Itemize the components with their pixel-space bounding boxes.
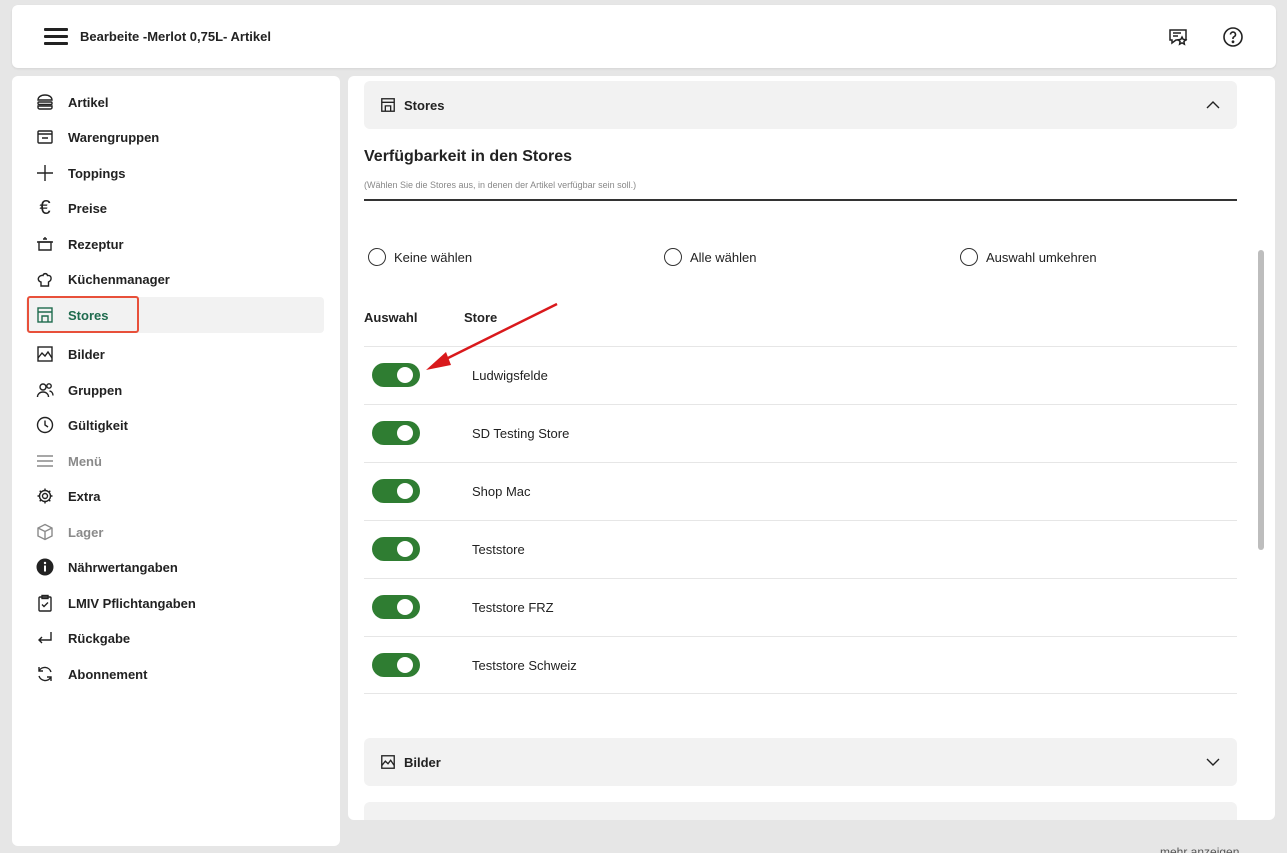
image-icon (380, 754, 396, 770)
sidebar-item-rezeptur[interactable]: Rezeptur (26, 226, 324, 262)
store-toggle[interactable] (372, 421, 420, 445)
sidebar-item-gueltigkeit[interactable]: Gültigkeit (26, 407, 324, 443)
sidebar-item-extra[interactable]: Extra (26, 478, 324, 514)
radio-circle[interactable] (960, 248, 978, 266)
chevron-down-icon[interactable] (1205, 754, 1221, 770)
store-toggle[interactable] (372, 653, 420, 677)
sidebar-item-toppings[interactable]: Toppings (26, 155, 324, 191)
column-header-store: Store (464, 310, 498, 325)
sidebar: Artikel Warengruppen Toppings € Preise R… (12, 76, 340, 846)
sidebar-item-artikel[interactable]: Artikel (26, 84, 324, 120)
clipboard-icon (34, 592, 56, 614)
stores-hint: (Wählen Sie die Stores aus, in denen der… (364, 180, 637, 190)
chevron-up-icon[interactable] (1205, 97, 1221, 113)
stores-heading: Verfügbarkeit in den Stores (364, 148, 573, 165)
radio-circle[interactable] (368, 248, 386, 266)
info-icon (34, 556, 56, 578)
euro-icon: € (39, 197, 51, 219)
users-icon (34, 379, 56, 401)
store-name: Shop Mac (472, 484, 531, 499)
store-name: Teststore (472, 542, 525, 557)
menu-icon[interactable] (44, 28, 68, 46)
top-header: Bearbeite -Merlot 0,75L- Artikel (12, 5, 1276, 68)
help-icon[interactable] (1221, 25, 1245, 49)
radio-alle-waehlen[interactable]: Alle wählen (664, 248, 757, 266)
sidebar-item-menue[interactable]: Menü (26, 443, 324, 479)
table-row: SD Testing Store (364, 404, 1237, 462)
clock-icon (34, 414, 56, 436)
store-icon (380, 97, 396, 113)
store-toggle[interactable] (372, 479, 420, 503)
sidebar-item-kuechenmanager[interactable]: Küchenmanager (26, 261, 324, 297)
more-link[interactable]: mehr anzeigen (1160, 845, 1239, 853)
sidebar-item-bilder[interactable]: Bilder (26, 336, 324, 372)
stores-section-title: Stores (404, 97, 445, 113)
sidebar-item-lmiv[interactable]: LMIV Pflichtangaben (26, 585, 324, 621)
return-icon (34, 627, 56, 649)
store-toggle[interactable] (372, 537, 420, 561)
review-icon[interactable] (1166, 25, 1190, 49)
scrollbar-thumb[interactable] (1258, 250, 1264, 550)
table-row: Ludwigsfelde (364, 346, 1237, 404)
store-toggle[interactable] (372, 595, 420, 619)
store-icon (34, 304, 56, 326)
burger-icon (34, 91, 56, 113)
refresh-icon (34, 663, 56, 685)
category-icon (34, 126, 56, 148)
bilder-section-header[interactable]: Bilder (364, 738, 1237, 786)
main-panel: Stores Verfügbarkeit in den Stores (Wähl… (348, 76, 1275, 820)
table-row: Shop Mac (364, 462, 1237, 520)
sidebar-item-stores[interactable]: Stores (26, 297, 324, 333)
store-toggle[interactable] (372, 363, 420, 387)
store-name: Ludwigsfelde (472, 368, 548, 383)
table-row: Teststore FRZ (364, 578, 1237, 636)
gear-icon (34, 485, 56, 507)
radio-auswahl-umkehren[interactable]: Auswahl umkehren (960, 248, 1097, 266)
pot-icon (34, 233, 56, 255)
sidebar-item-abonnement[interactable]: Abonnement (26, 656, 324, 692)
sidebar-item-warengruppen[interactable]: Warengruppen (26, 119, 324, 155)
chef-hat-icon (34, 268, 56, 290)
sidebar-item-rueckgabe[interactable]: Rückgabe (26, 620, 324, 656)
divider (364, 199, 1237, 201)
lines-icon (34, 450, 56, 472)
radio-keine-waehlen[interactable]: Keine wählen (368, 248, 472, 266)
plus-icon (34, 162, 56, 184)
sidebar-item-preise[interactable]: € Preise (26, 190, 324, 226)
image-icon (34, 343, 56, 365)
store-name: Teststore FRZ (472, 600, 554, 615)
column-header-auswahl: Auswahl (364, 310, 418, 325)
table-row: Teststore (364, 520, 1237, 578)
page-title: Bearbeite -Merlot 0,75L- Artikel (80, 29, 271, 44)
sidebar-item-lager[interactable]: Lager (26, 514, 324, 550)
sidebar-item-naehrwertangaben[interactable]: Nährwertangaben (26, 549, 324, 585)
store-name: Teststore Schweiz (472, 658, 577, 673)
radio-circle[interactable] (664, 248, 682, 266)
sidebar-item-gruppen[interactable]: Gruppen (26, 372, 324, 408)
box-icon (34, 521, 56, 543)
bilder-section-title: Bilder (404, 754, 441, 770)
next-section-header[interactable] (364, 802, 1237, 820)
store-name: SD Testing Store (472, 426, 570, 441)
stores-section-header[interactable]: Stores (364, 81, 1237, 129)
table-row: Teststore Schweiz (364, 636, 1237, 694)
